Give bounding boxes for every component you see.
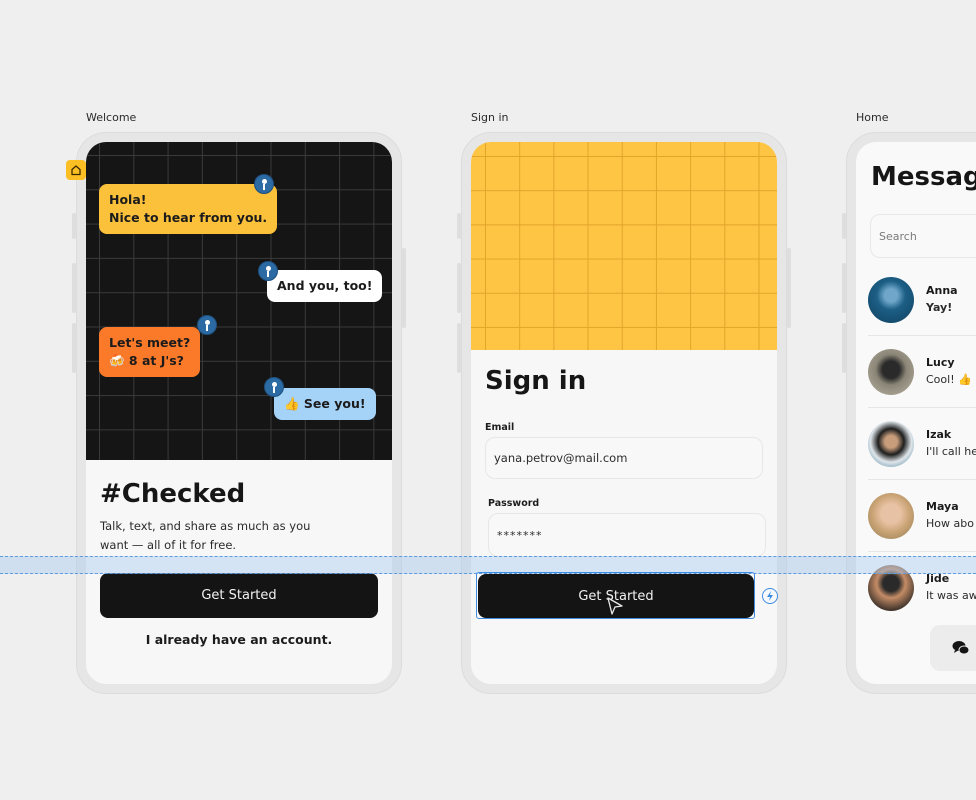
chat-bubble-and-you-too: And you, too! <box>267 270 383 302</box>
chat-list-item[interactable]: Maya How abo <box>868 480 976 552</box>
avatar-jide <box>868 565 914 611</box>
get-started-button[interactable]: Get Started <box>100 573 378 618</box>
side-button <box>457 323 461 373</box>
side-button <box>787 248 791 328</box>
hero-grid: Hola! Nice to hear from you. And you, to… <box>86 142 392 460</box>
starting-frame-badge[interactable] <box>66 160 86 180</box>
bubble-text: 👍 See you! <box>284 396 366 411</box>
email-label: Email <box>485 422 515 433</box>
frame-label-home[interactable]: Home <box>856 111 888 124</box>
chat-name: Izak <box>926 428 952 441</box>
side-button <box>842 323 846 373</box>
side-button <box>72 323 76 373</box>
interaction-badge[interactable] <box>762 588 778 604</box>
description-line: Talk, text, and share as much as you <box>100 519 311 533</box>
hero-grid <box>471 142 777 350</box>
messages-title: Messages <box>871 162 976 192</box>
home-frame[interactable]: Messages Search Anna Yay! Lucy Cool! 👍 I… <box>842 132 976 694</box>
pin-icon[interactable] <box>197 315 217 335</box>
chats-tab-button[interactable] <box>930 625 976 671</box>
chat-message: Cool! 👍 <box>926 373 972 386</box>
home-icon <box>71 165 81 176</box>
pin-icon[interactable] <box>264 377 284 397</box>
chat-message: Yay! <box>926 301 953 314</box>
side-button <box>72 213 76 239</box>
chat-message: It was aw <box>926 589 976 602</box>
frame-label-welcome[interactable]: Welcome <box>86 111 136 124</box>
chat-list-item[interactable]: Lucy Cool! 👍 <box>868 336 976 408</box>
lightning-icon <box>767 591 773 601</box>
avatar-anna <box>868 277 914 323</box>
side-button <box>457 263 461 313</box>
chat-list-item[interactable]: Jide It was aw <box>868 552 976 624</box>
side-button <box>402 248 406 328</box>
already-have-account-link[interactable]: I already have an account. <box>86 632 392 647</box>
chat-list-item[interactable]: Izak I'll call he <box>868 408 976 480</box>
chat-bubble-see-you: 👍 See you! <box>274 388 376 420</box>
email-field[interactable]: yana.petrov@mail.com <box>485 437 763 479</box>
avatar-lucy <box>868 349 914 395</box>
side-button <box>72 263 76 313</box>
pin-icon[interactable] <box>258 261 278 281</box>
chat-message: How abo <box>926 517 974 530</box>
description-line: want — all of it for free. <box>100 538 237 552</box>
welcome-description: Talk, text, and share as much as you wan… <box>100 517 310 555</box>
home-screen: Messages Search Anna Yay! Lucy Cool! 👍 I… <box>856 142 976 684</box>
chat-name: Anna <box>926 284 958 297</box>
chat-message: I'll call he <box>926 445 976 458</box>
frame-label-sign-in[interactable]: Sign in <box>471 111 509 124</box>
mouse-cursor-icon <box>607 597 623 615</box>
chat-name: Lucy <box>926 356 955 369</box>
welcome-frame[interactable]: Hola! Nice to hear from you. And you, to… <box>72 132 406 694</box>
avatar-izak <box>868 421 914 467</box>
password-field[interactable]: ******* <box>488 513 766 557</box>
bubble-text: Hola! <box>109 192 147 207</box>
pin-icon[interactable] <box>254 174 274 194</box>
side-button <box>457 213 461 239</box>
chat-list-item[interactable]: Anna Yay! <box>868 264 976 336</box>
chat-name: Jide <box>926 572 950 585</box>
chat-bubbles-icon <box>952 641 970 655</box>
bubble-text: Let's meet? <box>109 335 191 350</box>
bubble-text: Nice to hear from you. <box>109 210 268 225</box>
search-input[interactable]: Search <box>870 214 976 258</box>
chat-bubble-lets-meet: Let's meet? 🍻 8 at J's? <box>99 327 201 377</box>
password-label: Password <box>488 498 540 509</box>
bubble-text: And you, too! <box>277 278 373 293</box>
chat-name: Maya <box>926 500 959 513</box>
side-button <box>842 263 846 313</box>
sign-in-frame[interactable]: Sign in Email yana.petrov@mail.com Passw… <box>457 132 791 694</box>
avatar-maya <box>868 493 914 539</box>
chat-bubble-hola: Hola! Nice to hear from you. <box>99 184 278 234</box>
sign-in-title: Sign in <box>485 366 587 396</box>
bubble-text: 🍻 8 at J's? <box>109 353 184 368</box>
welcome-screen: Hola! Nice to hear from you. And you, to… <box>86 142 392 684</box>
side-button <box>842 213 846 239</box>
sign-in-screen: Sign in Email yana.petrov@mail.com Passw… <box>471 142 777 684</box>
welcome-title: #Checked <box>100 479 246 509</box>
